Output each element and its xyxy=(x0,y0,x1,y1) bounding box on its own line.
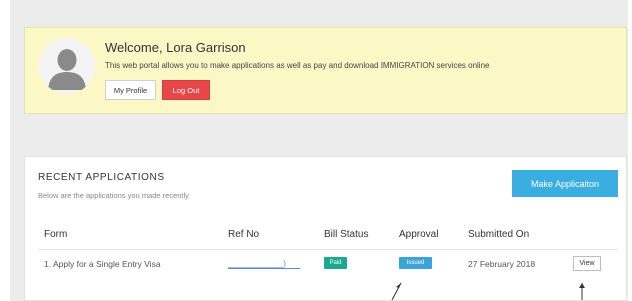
ref-no-link[interactable]: ______________) xyxy=(228,259,286,268)
my-profile-button[interactable]: My Profile xyxy=(105,80,156,100)
column-header-approval: Approval xyxy=(399,229,439,240)
column-header-submitted-on: Submitted On xyxy=(468,229,530,240)
recent-applications-panel: RECENT APPLICATIONS Below are the applic… xyxy=(24,156,627,301)
approval-badge: Issued xyxy=(399,257,432,269)
avatar-silhouette-icon xyxy=(39,38,95,94)
welcome-panel: Welcome, Lora Garrison This web portal a… xyxy=(24,27,627,114)
avatar xyxy=(39,38,95,94)
bill-status-badge: Paid xyxy=(324,257,347,269)
form-cell: 1. Apply for a Single Entry Visa xyxy=(44,259,161,269)
view-button[interactable]: View xyxy=(573,256,601,271)
column-header-ref-no: Ref No xyxy=(228,229,260,240)
section-subtitle: Below are the applications you made rece… xyxy=(38,191,189,200)
table-header-divider xyxy=(38,249,618,250)
submitted-on-cell: 27 February 2018 xyxy=(468,259,536,269)
welcome-heading: Welcome, Lora Garrison xyxy=(105,40,246,55)
column-header-form: Form xyxy=(44,229,68,240)
welcome-description: This web portal allows you to make appli… xyxy=(105,61,490,70)
ref-no-underline xyxy=(228,268,300,269)
section-title: RECENT APPLICATIONS xyxy=(38,172,165,183)
column-header-bill-status: Bill Status xyxy=(324,229,369,240)
logout-button[interactable]: Log Out xyxy=(162,80,210,100)
make-application-button[interactable]: Make Applicaiton xyxy=(512,170,618,197)
